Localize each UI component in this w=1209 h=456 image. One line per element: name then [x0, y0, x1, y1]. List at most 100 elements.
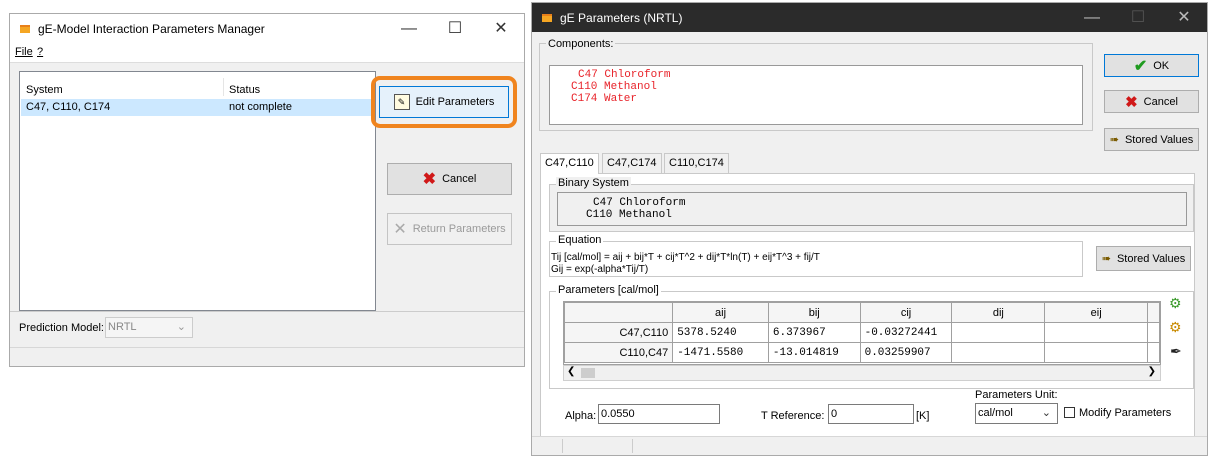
parameters-grid[interactable]: aij bij cij dij eij C47,C110 5378.5240 6… [563, 301, 1161, 365]
t-reference-label: T Reference: [761, 410, 825, 422]
alpha-value: 0.0550 [601, 408, 635, 420]
systems-list[interactable]: System Status C47, C110, C174 not comple… [19, 71, 376, 311]
remove-row-icon[interactable]: ⚙ [1169, 319, 1182, 336]
ok-label: OK [1153, 59, 1170, 72]
table-cell[interactable] [951, 342, 1046, 363]
table-cell[interactable] [951, 322, 1046, 343]
column-status[interactable]: Status [229, 84, 260, 96]
horizontal-scrollbar[interactable]: ❮ ❯ [563, 365, 1161, 381]
column-header: aij [672, 302, 769, 323]
table-cell[interactable]: -13.014819 [767, 342, 861, 363]
return-parameters-button[interactable]: ✕ Return Parameters [387, 213, 512, 245]
tab-c110-c174[interactable]: C110,C174 [664, 153, 729, 173]
equation-line-1: Tij [cal/mol] = aij + bij*T + cij*T^2 + … [551, 252, 820, 263]
window-title: gE-Model Interaction Parameters Manager [38, 22, 265, 36]
parameters-unit-select[interactable]: cal/mol ⌄ [975, 403, 1058, 424]
table-cell[interactable]: 0.03259907 [859, 342, 953, 363]
table-cell[interactable] [1044, 342, 1148, 363]
edit-parameters-button[interactable]: ✎ Edit Parameters [379, 86, 509, 118]
cancel-icon: ✖ [422, 171, 437, 188]
parameters-label: Parameters [cal/mol] [556, 284, 661, 296]
alpha-input[interactable]: 0.0550 [598, 404, 720, 424]
scroll-thumb[interactable] [581, 368, 595, 378]
scroll-left-icon[interactable]: ❮ [567, 366, 575, 377]
column-system[interactable]: System [26, 84, 63, 96]
cancel-icon: ✖ [1125, 93, 1138, 111]
status-bar [10, 347, 524, 366]
stored-values-label: Stored Values [1124, 133, 1194, 146]
checkmark-icon: ✔ [1133, 57, 1148, 75]
equation-label: Equation [556, 234, 604, 246]
menu-help[interactable]: ? [37, 46, 43, 58]
edit-icon: ✎ [393, 94, 410, 110]
minimize-button[interactable]: — [386, 14, 432, 44]
column-divider [223, 78, 224, 96]
t-reference-unit: [K] [916, 410, 930, 422]
table-cell[interactable]: -1471.5580 [672, 342, 769, 363]
prediction-model-select[interactable]: NRTL ⌄ [105, 317, 193, 338]
parameters-unit-label: Parameters Unit: [975, 389, 1058, 401]
list-item[interactable]: C47, C110, C174 not complete [21, 99, 374, 116]
status-divider [562, 439, 563, 453]
column-header: eij [1044, 302, 1148, 323]
minimize-button[interactable]: — [1069, 3, 1115, 33]
binary-system-box: C47 Chloroform C110 Methanol [557, 192, 1187, 226]
cancel-label: Cancel [1143, 95, 1178, 108]
table-cell[interactable]: 5378.5240 [672, 322, 769, 343]
components-label: Components: [546, 38, 616, 50]
t-reference-input[interactable]: 0 [828, 404, 914, 424]
component-item: C110 Methanol [571, 81, 657, 93]
table-cell[interactable]: 6.373967 [767, 322, 861, 343]
column-header: dij [951, 302, 1046, 323]
scroll-right-icon[interactable]: ❯ [1148, 366, 1156, 377]
t-reference-value: 0 [831, 408, 838, 420]
stored-values-button[interactable]: ➠ Stored Values [1104, 128, 1199, 151]
chevron-down-icon: ⌄ [1041, 407, 1051, 419]
maximize-button[interactable]: ☐ [1115, 3, 1161, 33]
row-header: C47,C110 [564, 322, 674, 343]
edit-parameters-label: Edit Parameters [415, 96, 495, 108]
bottom-panel [10, 311, 524, 312]
equation-stored-values-button[interactable]: ➠ Stored Values [1096, 246, 1191, 271]
cancel-button[interactable]: ✖ Cancel [1104, 90, 1199, 113]
table-cell[interactable] [1044, 322, 1148, 343]
binary-system-label: Binary System [556, 177, 631, 189]
chevron-down-icon: ⌄ [176, 321, 186, 333]
edit-pen-icon[interactable]: ✒ [1170, 343, 1182, 360]
prediction-model-value: NRTL [108, 321, 137, 333]
stored-values-label: Stored Values [1116, 252, 1186, 265]
return-icon: ✕ [393, 221, 407, 238]
component-item: C47 Chloroform [578, 69, 671, 81]
stored-values-icon: ➠ [1101, 253, 1111, 265]
app-icon [542, 13, 552, 22]
stored-values-icon: ➠ [1109, 134, 1119, 146]
maximize-button[interactable]: ☐ [432, 14, 478, 44]
menu-file[interactable]: File [15, 46, 33, 58]
equation-line-2: Gij = exp(-alpha*Tij/T) [551, 264, 649, 275]
row-header: C110,C47 [564, 342, 674, 363]
menu-bar: File ? [10, 44, 524, 63]
nrtl-parameters-window: gE Parameters (NRTL) — ☐ ✕ Components: C… [531, 2, 1208, 456]
column-header [1147, 302, 1160, 323]
tab-c47-c110[interactable]: C47,C110 [540, 153, 599, 174]
component-item: C174 Water [571, 93, 638, 105]
app-icon [20, 25, 30, 33]
tab-c47-c174[interactable]: C47,C174 [602, 153, 662, 173]
cancel-button[interactable]: ✖ Cancel [387, 163, 512, 195]
add-row-icon[interactable]: ⚙ [1169, 295, 1182, 312]
cancel-label: Cancel [442, 173, 477, 185]
close-button[interactable]: ✕ [1161, 3, 1207, 33]
binary-component: C110 Methanol [586, 209, 672, 221]
status-divider [632, 439, 633, 453]
components-box: C47 Chloroform C110 Methanol C174 Water [549, 65, 1083, 125]
parameters-unit-value: cal/mol [978, 407, 1013, 419]
table-row: C110,C47 -1471.5580 -13.014819 0.0325990… [564, 342, 1160, 363]
parameters-table: aij bij cij dij eij C47,C110 5378.5240 6… [564, 302, 1160, 363]
title-bar: gE-Model Interaction Parameters Manager … [10, 14, 524, 44]
table-cell[interactable]: -0.03272441 [859, 322, 953, 343]
ok-button[interactable]: ✔ OK [1104, 54, 1199, 77]
modify-checkbox[interactable] [1064, 407, 1075, 418]
alpha-label: Alpha: [565, 410, 597, 422]
status-bar [532, 436, 1207, 455]
close-button[interactable]: ✕ [478, 14, 524, 44]
